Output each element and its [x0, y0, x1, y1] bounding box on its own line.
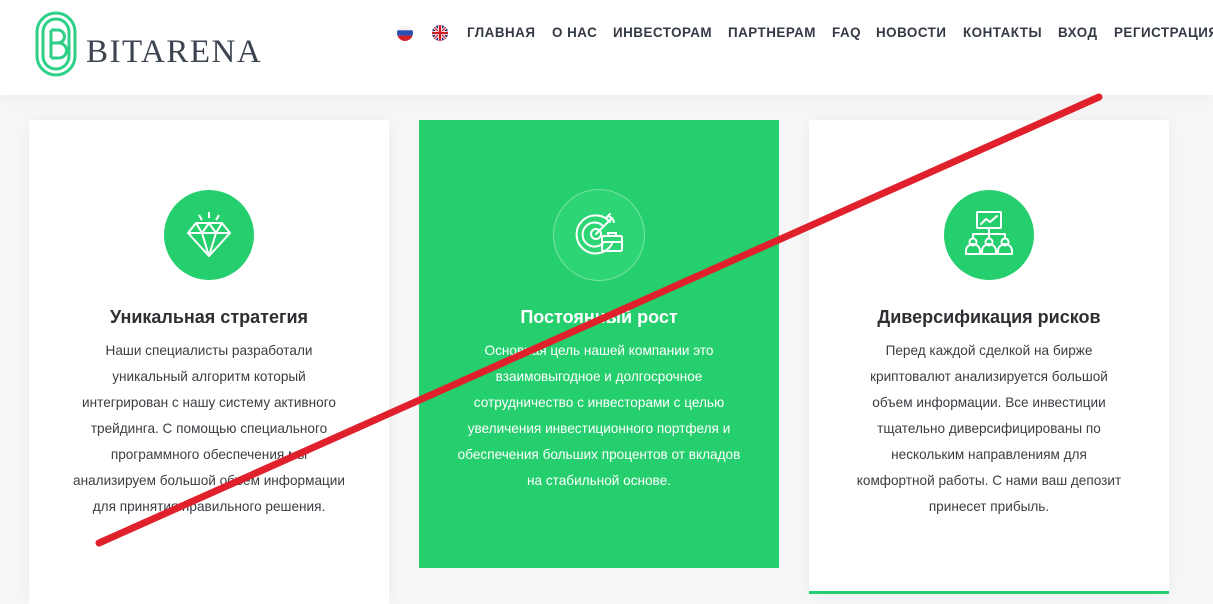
logo-mark-icon: [35, 11, 77, 77]
brand-logo[interactable]: BITARENA: [34, 10, 274, 78]
diamond-icon: [187, 212, 231, 257]
feature-card-growth: Постоянный рост Основная цель нашей комп…: [419, 120, 779, 568]
uk-flag-icon[interactable]: [432, 25, 448, 41]
feature-title: Постоянный рост: [520, 307, 678, 327]
nav-login[interactable]: ВХОД: [1058, 25, 1098, 41]
russian-flag-icon[interactable]: [397, 25, 413, 41]
nav-register[interactable]: РЕГИСТРАЦИЯ: [1114, 25, 1213, 41]
feature-icon-circle: [944, 190, 1034, 280]
feature-title: Уникальная стратегия: [109, 307, 309, 327]
feature-description: Перед каждой сделкой на бирже криптовалю…: [856, 343, 1122, 514]
feature-card-strategy: Уникальная стратегия Наши специалисты ра…: [29, 120, 389, 604]
brand-name: BITARENA: [86, 34, 263, 70]
feature-description: Наши специалисты разработали уникальный …: [73, 343, 345, 514]
feature-icon-circle: [164, 190, 254, 280]
nav-investors[interactable]: ИНВЕСТОРАМ: [613, 25, 712, 41]
site-header: BITARENA ГЛАВНАЯ О НАС ИНВЕСТОРАМ ПАРТНЕ…: [0, 0, 1213, 95]
nav-partners[interactable]: ПАРТНЕРАМ: [728, 25, 816, 41]
feature-description: Основная цель нашей компании это взаимов…: [457, 343, 741, 488]
nav-home[interactable]: ГЛАВНАЯ: [467, 25, 535, 41]
nav-faq[interactable]: FAQ: [832, 25, 861, 41]
feature-card-diversification: Диверсификация рисков Перед каждой сделк…: [809, 120, 1169, 594]
nav-news[interactable]: НОВОСТИ: [876, 25, 946, 41]
nav-contacts[interactable]: КОНТАКТЫ: [963, 25, 1042, 41]
feature-icon-circle: [553, 189, 645, 281]
nav-about[interactable]: О НАС: [552, 25, 597, 41]
feature-title: Диверсификация рисков: [877, 307, 1101, 327]
target-briefcase-icon: [575, 213, 623, 255]
team-chart-icon: [965, 211, 1013, 255]
